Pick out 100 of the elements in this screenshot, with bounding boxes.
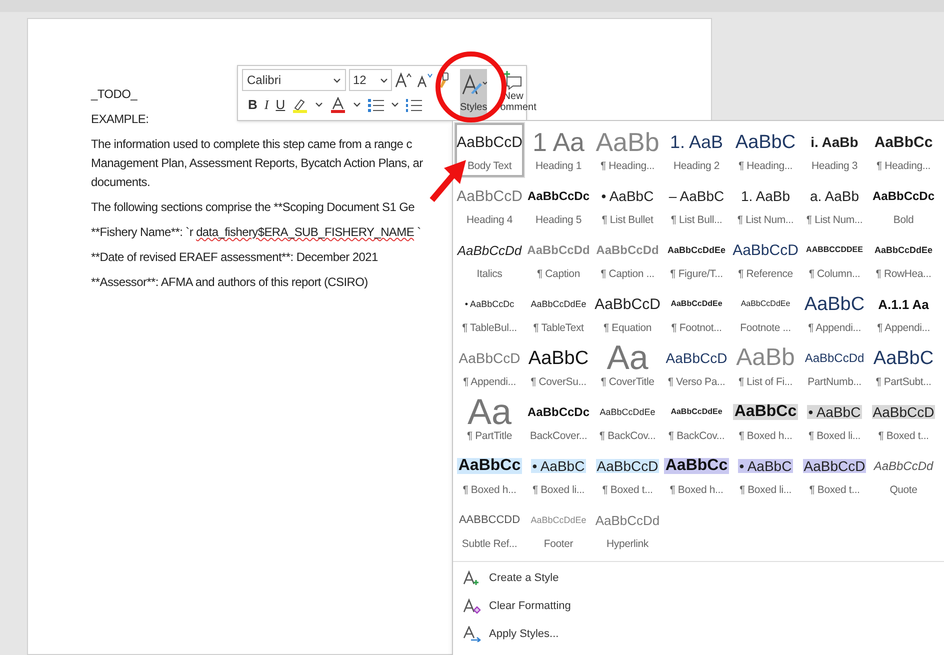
style-option[interactable]: AaBbCcD ¶ Boxed t... [593, 447, 662, 501]
style-option[interactable]: AaBbCcD Body Text [455, 123, 524, 177]
style-sample: AaBbCcDd [872, 460, 934, 472]
style-option[interactable]: AaBbCcD ¶ Appendi... [455, 339, 524, 393]
styles-button[interactable]: Styles [460, 69, 488, 119]
style-sample: AaBbC [803, 294, 866, 314]
format-button[interactable]: B [248, 95, 258, 114]
style-option[interactable]: a. AaBb ¶ List Num... [800, 177, 869, 231]
style-option[interactable]: Aa ¶ PartTitle [455, 393, 524, 447]
style-option[interactable]: • AaBbC ¶ List Bullet [593, 177, 662, 231]
style-option[interactable]: AaBbCcDdEe Footer [524, 501, 593, 555]
style-sample: AaBbCcDc [526, 406, 590, 418]
numbered-list-icon[interactable] [406, 98, 422, 112]
style-option[interactable]: AaBbCcDdEe ¶ BackCov... [662, 393, 731, 447]
style-option[interactable]: AaBbCcDdEe ¶ RowHea... [869, 231, 938, 285]
style-name: ¶ TableText [533, 321, 584, 336]
style-option[interactable]: AaBbC ¶ Appendi... [800, 285, 869, 339]
font-color-icon[interactable] [330, 96, 346, 113]
font-name-field[interactable]: Calibri [242, 69, 346, 91]
style-option[interactable]: AaBbCcDdEe ¶ TableText [524, 285, 593, 339]
style-option[interactable]: AaBbCcDd Hyperlink [593, 501, 662, 555]
style-sample: • AaBbC [738, 459, 793, 473]
style-name: ¶ List Num... [806, 213, 863, 228]
style-option[interactable]: AaBbCc ¶ Boxed h... [731, 393, 800, 447]
style-option[interactable]: Aa ¶ CoverTitle [593, 339, 662, 393]
style-option[interactable]: AaBbCcD ¶ Reference [731, 231, 800, 285]
style-sample: AaBbCcDd [526, 244, 591, 256]
style-option[interactable]: AaBbCcDc Bold [869, 177, 938, 231]
style-option[interactable]: AaBbCcD ¶ Verso Pa... [662, 339, 731, 393]
style-option[interactable]: AaBbCcDdEe Footnote ... [731, 285, 800, 339]
style-sample: A.1.1 Aa [877, 298, 930, 310]
document-text-line: The following sections comprise the **Scoping Document S1 Ge [91, 199, 415, 216]
style-sample: AaBbCcDdEe [598, 408, 656, 416]
style-option[interactable]: AaBb ¶ List of Fi... [731, 339, 800, 393]
style-option[interactable]: AaBbCcDd ¶ Caption ... [593, 231, 662, 285]
style-name: Footer [544, 537, 574, 552]
highlighter-icon[interactable] [292, 96, 308, 113]
style-option[interactable]: AaBbCcDd ¶ Caption [524, 231, 593, 285]
style-option[interactable]: AABBCCDD Subtle Ref... [455, 501, 524, 555]
style-sample: AaBbCcD [802, 459, 866, 473]
style-option[interactable]: AaBbCcDc BackCover... [524, 393, 593, 447]
style-option[interactable]: AaBbCcD ¶ Boxed t... [800, 447, 869, 501]
style-option[interactable]: • AaBbC ¶ Boxed li... [524, 447, 593, 501]
style-option[interactable]: AaBbCcDd PartNumb... [800, 339, 869, 393]
style-option[interactable]: AaBbC ¶ CoverSu... [524, 339, 593, 393]
style-sample: AaBbCc [457, 458, 522, 474]
style-sample: AaBbCcDdEe [873, 246, 934, 254]
style-option[interactable]: 1. AaB Heading 2 [662, 123, 731, 177]
style-option[interactable]: AaBbCcDc Heading 5 [524, 177, 593, 231]
style-option[interactable]: • AaBbC ¶ Boxed li... [800, 393, 869, 447]
format-button[interactable]: U [276, 95, 286, 114]
shrink-font-icon[interactable] [416, 71, 434, 89]
style-option[interactable]: AaBbCcD Heading 4 [455, 177, 524, 231]
style-option[interactable]: AaBbCcDd Italics [455, 231, 524, 285]
style-name: Footnote ... [740, 321, 791, 336]
style-sample: AaBbCcD [456, 188, 524, 204]
style-name: Bold [893, 213, 914, 228]
style-sample: AaBbCc [733, 404, 798, 420]
style-sample: AaBbCcDd [804, 352, 866, 364]
style-name: ¶ BackCov... [668, 429, 725, 444]
new-comment-icon[interactable] [503, 71, 524, 91]
style-option[interactable]: i. AaBb Heading 3 [800, 123, 869, 177]
bullet-list-icon[interactable] [368, 98, 384, 112]
style-name: ¶ Boxed h... [462, 483, 516, 498]
style-option[interactable]: AaBbCc ¶ Heading... [869, 123, 938, 177]
style-option[interactable]: AABBCCDDEE ¶ Column... [800, 231, 869, 285]
style-sample: AaBbCcDc [526, 190, 590, 202]
style-option[interactable]: • AaBbCcDc ¶ TableBul... [455, 285, 524, 339]
style-option[interactable]: 1 Aa Heading 1 [524, 123, 593, 177]
style-option[interactable]: – AaBbC ¶ List Bull... [662, 177, 731, 231]
style-sample: AaBbC [734, 132, 797, 152]
style-option[interactable]: AaBbC ¶ PartSubt... [869, 339, 938, 393]
style-option[interactable]: AaBbCcDd Quote [869, 447, 938, 501]
grow-font-icon[interactable] [395, 71, 413, 89]
style-option[interactable]: AaBbCcDdEe ¶ Footnot... [662, 285, 731, 339]
style-name: ¶ Boxed t... [809, 483, 860, 498]
font-size-field[interactable]: 12 [349, 69, 392, 91]
style-option[interactable]: • AaBbC ¶ Boxed li... [731, 447, 800, 501]
styles-menu-item[interactable]: Clear Formatting [453, 592, 944, 620]
style-option[interactable]: AaBbCcD ¶ Boxed t... [869, 393, 938, 447]
style-name: ¶ Equation [603, 321, 652, 336]
style-option[interactable]: 1. AaBb ¶ List Num... [731, 177, 800, 231]
style-sample: AaBbCcDdEe [740, 300, 792, 308]
style-sample: • AaBbC [531, 459, 586, 473]
styles-menu-item[interactable]: Apply Styles... [453, 620, 944, 648]
style-option[interactable]: AaBbC ¶ Heading... [731, 123, 800, 177]
style-option[interactable]: AaBbCcDdEe ¶ Figure/T... [662, 231, 731, 285]
style-option[interactable]: AaBbCcDdEe ¶ BackCov... [593, 393, 662, 447]
style-name: ¶ Boxed li... [532, 483, 585, 498]
style-option[interactable]: AaBbCcD ¶ Equation [593, 285, 662, 339]
style-option[interactable]: AaBb ¶ Heading... [593, 123, 662, 177]
styles-menu-item[interactable]: Create a Style [453, 564, 944, 592]
style-sample: AaBbCcD [458, 351, 522, 365]
style-sample: • AaBbC [807, 405, 862, 419]
format-button[interactable]: I [264, 95, 269, 114]
style-option[interactable]: A.1.1 Aa ¶ Appendi... [869, 285, 938, 339]
style-option[interactable]: AaBbCc ¶ Boxed h... [455, 447, 524, 501]
style-option[interactable]: AaBbCc ¶ Boxed h... [662, 447, 731, 501]
style-name: Heading 4 [466, 213, 513, 228]
style-name: ¶ Boxed h... [670, 483, 724, 498]
